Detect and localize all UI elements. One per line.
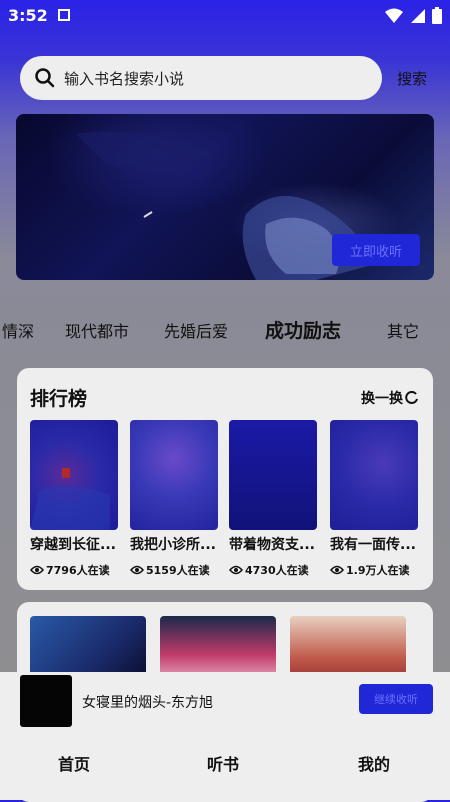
ranking-title: 排行榜	[30, 388, 88, 410]
book-item[interactable]: 穿越到长征... 7796人在读	[30, 420, 120, 578]
category-tabs: 情深 现代都市 先婚后爱 成功励志 其它	[0, 318, 450, 342]
nav-mine[interactable]: 我的	[358, 751, 390, 775]
eye-icon	[130, 565, 144, 575]
category-tab[interactable]: 先婚后爱	[164, 318, 228, 342]
player-cover[interactable]	[20, 675, 72, 727]
eye-icon	[30, 565, 44, 575]
search-icon	[35, 68, 55, 88]
category-tab-active[interactable]: 成功励志	[265, 316, 341, 343]
banner-image[interactable]: 立即收听	[16, 114, 434, 280]
book-title: 我把小诊所...	[130, 537, 216, 553]
book-title: 带着物资支...	[229, 537, 315, 553]
refresh-label: 换一换	[361, 391, 403, 407]
listen-now-button[interactable]: 立即收听	[332, 234, 420, 266]
book-title: 穿越到长征...	[30, 537, 116, 553]
category-tab[interactable]: 现代都市	[65, 318, 129, 342]
book-cover	[130, 420, 218, 530]
notification-app-icon	[58, 9, 70, 21]
wifi-icon	[385, 8, 403, 23]
signal-icon	[411, 8, 425, 23]
book-item[interactable]: 带着物资支... 4730人在读	[229, 420, 319, 578]
search-placeholder: 输入书名搜索小说	[64, 70, 185, 88]
book-reads: 1.9万人在读	[330, 562, 420, 578]
battery-icon	[432, 7, 442, 24]
book-reads-count: 4730人在读	[245, 564, 309, 577]
continue-listening-button[interactable]: 继续收听	[359, 684, 433, 714]
book-cover	[30, 420, 118, 530]
search-input[interactable]: 输入书名搜索小说	[20, 56, 382, 100]
book-reads-count: 5159人在读	[146, 564, 210, 577]
book-reads-count: 7796人在读	[46, 564, 110, 577]
status-bar: 3:52	[0, 0, 450, 32]
book-reads-count: 1.9万人在读	[346, 564, 410, 577]
status-icons	[384, 7, 442, 24]
ranking-card: 排行榜 换一换 穿越到长征... 7796人在读 我把小诊所... 5159人在…	[17, 368, 433, 590]
search-button[interactable]: 搜索	[397, 68, 427, 89]
category-tab[interactable]: 其它	[387, 318, 419, 342]
player-title[interactable]: 女寝里的烟头-东方旭	[82, 692, 213, 712]
book-item[interactable]: 我把小诊所... 5159人在读	[130, 420, 220, 578]
book-reads: 7796人在读	[30, 562, 120, 578]
book-reads: 4730人在读	[229, 562, 319, 578]
nav-listen[interactable]: 听书	[207, 751, 239, 775]
book-reads: 5159人在读	[130, 562, 220, 578]
refresh-icon	[405, 391, 418, 404]
book-cover	[229, 420, 317, 530]
refresh-button[interactable]: 换一换	[361, 388, 419, 408]
book-title: 我有一面传...	[330, 537, 416, 553]
mini-player: 女寝里的烟头-东方旭 继续收听 首页 听书 我的	[0, 672, 450, 800]
book-item[interactable]: 我有一面传... 1.9万人在读	[330, 420, 420, 578]
eye-icon	[330, 565, 344, 575]
status-time: 3:52	[8, 6, 48, 25]
book-cover	[330, 420, 418, 530]
nav-home[interactable]: 首页	[58, 751, 90, 775]
eye-icon	[229, 565, 243, 575]
category-tab[interactable]: 情深	[2, 318, 34, 342]
